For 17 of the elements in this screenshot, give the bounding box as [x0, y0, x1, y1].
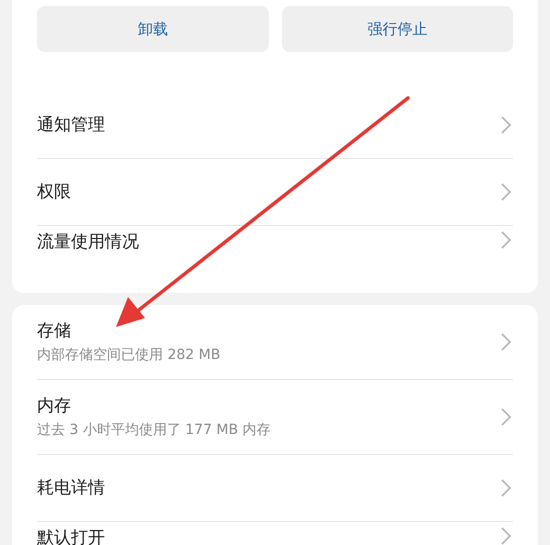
chevron-icon[interactable] [500, 182, 512, 202]
chevron-icon[interactable] [500, 407, 512, 427]
row-title: 流量使用情况 [37, 231, 140, 254]
chevron-icon[interactable] [500, 478, 512, 498]
chevron-icon[interactable] [500, 332, 512, 352]
chevron-icon[interactable] [500, 115, 512, 135]
row-title: 通知管理 [37, 114, 106, 137]
row-title: 内存 [37, 395, 72, 418]
action-button[interactable]: 强行停止 [282, 6, 513, 52]
row-title: 权限 [37, 181, 72, 204]
chevron-icon[interactable] [500, 526, 512, 545]
row-title: 存储 [37, 320, 72, 343]
row-title: 耗电详情 [37, 477, 106, 500]
chevron-icon[interactable] [500, 230, 512, 250]
row-subtitle: 内部存储空间已使用 282 MB [37, 346, 222, 365]
action-button[interactable]: 卸载 [37, 6, 268, 52]
row-subtitle: 过去 3 小时平均使用了 177 MB 内存 [37, 421, 272, 440]
